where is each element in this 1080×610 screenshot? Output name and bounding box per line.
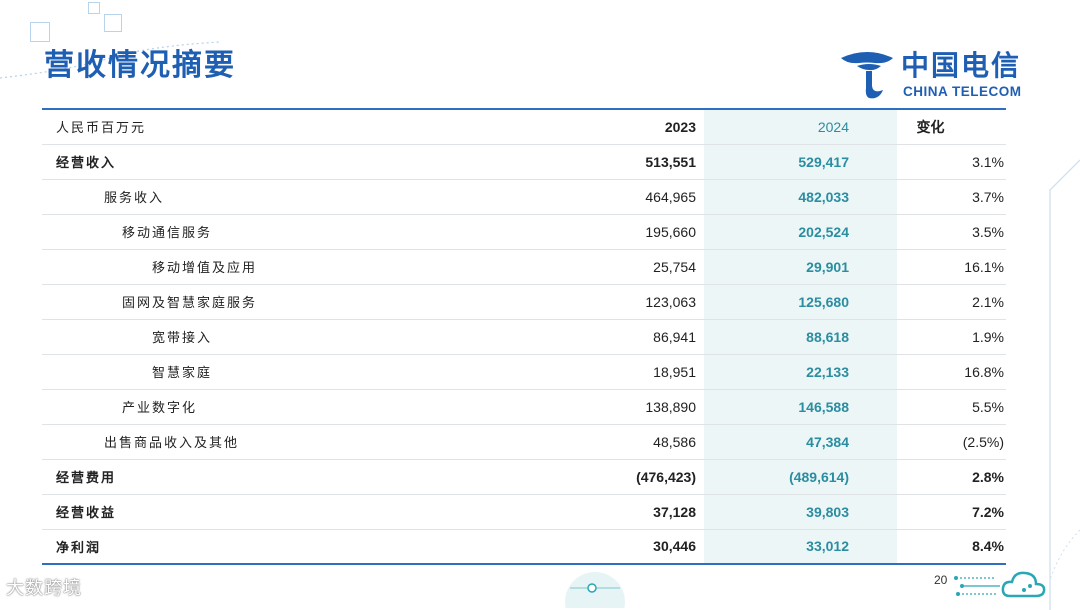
header-2023: 2023 [562, 108, 704, 145]
decor-right-line [1049, 159, 1080, 610]
table-row: 移动增值及应用 25,754 29,901 16.1% [42, 249, 1006, 285]
table-row: 经营收益 37,128 39,803 7.2% [42, 494, 1006, 530]
row-label: 宽带接入 [42, 319, 562, 355]
table-row: 移动通信服务 195,660 202,524 3.5% [42, 214, 1006, 250]
row-label: 固网及智慧家庭服务 [42, 284, 562, 320]
value-2024: 29,901 [704, 249, 855, 285]
china-telecom-logo: 中国电信 CHINA TELECOM [835, 44, 1040, 104]
row-label: 经营收入 [42, 144, 562, 180]
decor-bottom-bubble [565, 572, 625, 608]
decor-square-2 [104, 14, 122, 32]
value-2023: 123,063 [562, 284, 704, 320]
value-change: 3.7% [855, 179, 1006, 215]
value-2023: 37,128 [562, 494, 704, 530]
unit-label: 人民币百万元 [42, 108, 562, 145]
table-row: 服务收入 464,965 482,033 3.7% [42, 179, 1006, 215]
value-2024: 202,524 [704, 214, 855, 250]
value-change: 3.5% [855, 214, 1006, 250]
value-2024: 39,803 [704, 494, 855, 530]
header-change: 变化 [855, 108, 1006, 145]
value-2023: (476,423) [562, 459, 704, 495]
row-label: 产业数字化 [42, 389, 562, 425]
table-row: 经营费用 (476,423) (489,614) 2.8% [42, 459, 1006, 495]
value-change: 16.8% [855, 354, 1006, 390]
table-row: 宽带接入 86,941 88,618 1.9% [42, 319, 1006, 355]
value-change: 8.4% [855, 529, 1006, 565]
value-change: 16.1% [855, 249, 1006, 285]
table-row: 经营收入 513,551 529,417 3.1% [42, 144, 1006, 180]
value-change: 2.1% [855, 284, 1006, 320]
table-header-row: 人民币百万元 2023 2024 变化 [42, 108, 1006, 145]
row-label: 经营费用 [42, 459, 562, 495]
cloud-network-icon [954, 571, 1046, 598]
value-change: 3.1% [855, 144, 1006, 180]
value-change: 1.9% [855, 319, 1006, 355]
page-title: 营收情况摘要 [44, 48, 236, 83]
value-2023: 48,586 [562, 424, 704, 460]
value-2023: 464,965 [562, 179, 704, 215]
row-label: 净利润 [42, 529, 562, 565]
row-label: 出售商品收入及其他 [42, 424, 562, 460]
value-change: 7.2% [855, 494, 1006, 530]
value-2024: 33,012 [704, 529, 855, 565]
decor-square-1 [30, 22, 50, 42]
logo-chinese-text: 中国电信 [901, 49, 1022, 82]
row-label: 服务收入 [42, 179, 562, 215]
value-2023: 86,941 [562, 319, 704, 355]
value-2023: 195,660 [562, 214, 704, 250]
watermark-text: 大数跨境 [6, 578, 82, 599]
value-2024: 88,618 [704, 319, 855, 355]
table-row: 产业数字化 138,890 146,588 5.5% [42, 389, 1006, 425]
value-2024: 482,033 [704, 179, 855, 215]
value-2024: 22,133 [704, 354, 855, 390]
value-2024: 146,588 [704, 389, 855, 425]
value-change: 2.8% [855, 459, 1006, 495]
value-2023: 30,446 [562, 529, 704, 565]
table-row: 出售商品收入及其他 48,586 47,384 (2.5%) [42, 424, 1006, 460]
value-change: (2.5%) [855, 424, 1006, 460]
value-2024: 529,417 [704, 144, 855, 180]
table-row: 净利润 30,446 33,012 8.4% [42, 529, 1006, 565]
table-row: 智慧家庭 18,951 22,133 16.8% [42, 354, 1006, 390]
china-telecom-emblem-icon [841, 52, 893, 99]
value-2023: 138,890 [562, 389, 704, 425]
logo-english-text: CHINA TELECOM [903, 84, 1022, 99]
row-label: 移动通信服务 [42, 214, 562, 250]
value-2023: 18,951 [562, 354, 704, 390]
revenue-summary-table: 人民币百万元 2023 2024 变化 经营收入 513,551 529,417… [42, 108, 1006, 565]
row-label: 智慧家庭 [42, 354, 562, 390]
decor-square-3 [88, 2, 100, 14]
value-change: 5.5% [855, 389, 1006, 425]
value-2024: (489,614) [704, 459, 855, 495]
page-number: 20 [934, 573, 948, 587]
table-row: 固网及智慧家庭服务 123,063 125,680 2.1% [42, 284, 1006, 320]
value-2023: 25,754 [562, 249, 704, 285]
row-label: 移动增值及应用 [42, 249, 562, 285]
value-2024: 125,680 [704, 284, 855, 320]
row-label: 经营收益 [42, 494, 562, 530]
header-2024: 2024 [704, 108, 855, 145]
value-2024: 47,384 [704, 424, 855, 460]
value-2023: 513,551 [562, 144, 704, 180]
